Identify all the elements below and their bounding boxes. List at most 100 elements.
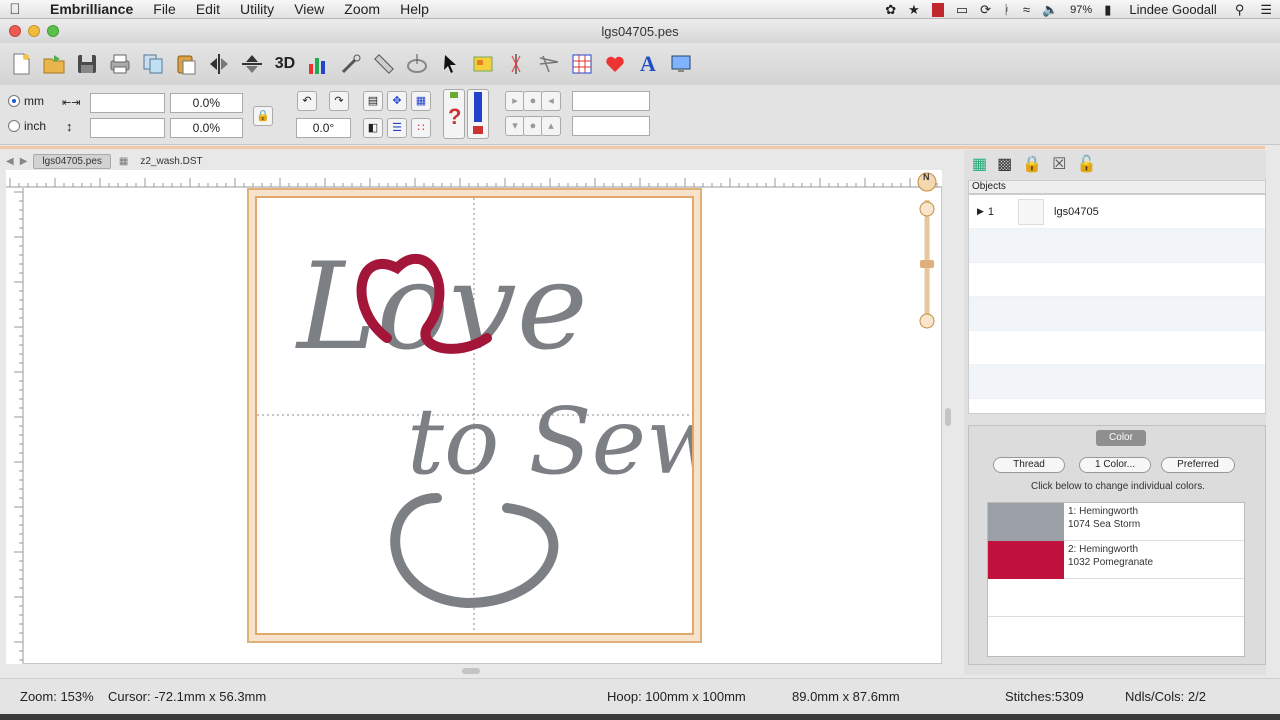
embroidery-design[interactable]: Love to Sew: [257, 198, 692, 633]
horizontal-scroll-thumb[interactable]: [462, 668, 480, 674]
close-window-button[interactable]: [9, 25, 21, 37]
select-all-icon[interactable]: ▦: [972, 154, 987, 174]
save-icon[interactable]: [72, 49, 102, 79]
thread-swatch[interactable]: [988, 503, 1064, 541]
needle-icon[interactable]: [501, 49, 531, 79]
height-input[interactable]: [90, 118, 165, 138]
lock-object-icon[interactable]: 🔒: [1022, 154, 1042, 174]
nudge-left-button[interactable]: ▸: [505, 91, 525, 111]
nudge-down-button[interactable]: ▾: [505, 116, 525, 136]
user-name[interactable]: Lindee Goodall: [1129, 2, 1216, 17]
unit-inch-option[interactable]: inch: [8, 119, 46, 133]
notification-center-icon[interactable]: ☰: [1260, 2, 1272, 18]
vertical-scroll-thumb[interactable]: [945, 408, 951, 426]
expand-arrow-icon[interactable]: ▶: [977, 206, 984, 217]
zoom-window-button[interactable]: [47, 25, 59, 37]
apple-icon[interactable]: : [0, 1, 30, 18]
width-input[interactable]: [90, 93, 165, 113]
color-sort-button[interactable]: ?: [443, 89, 465, 139]
spotlight-search-icon[interactable]: ⚲: [1235, 2, 1245, 18]
distribute-button[interactable]: ▦: [411, 91, 431, 111]
inch-label: inch: [24, 119, 47, 133]
align-top-icon: ▤: [367, 95, 379, 107]
tab-scroll-right-icon[interactable]: ▶: [20, 156, 28, 167]
thread-exclaim-button[interactable]: [467, 89, 489, 139]
hoop-icon[interactable]: [402, 49, 432, 79]
thread-button[interactable]: Thread: [993, 457, 1065, 473]
thread-row[interactable]: 2: Hemingworth 1032 Pomegranate: [988, 541, 1244, 579]
chart-icon[interactable]: [303, 49, 333, 79]
flip-vertical-icon[interactable]: [237, 49, 267, 79]
app-menu[interactable]: Embrilliance: [50, 1, 133, 17]
unlock-object-icon[interactable]: 🔓: [1077, 154, 1097, 174]
airplay-icon[interactable]: ▭: [956, 2, 968, 18]
flip-horizontal-icon[interactable]: [204, 49, 234, 79]
menu-edit[interactable]: Edit: [196, 1, 220, 17]
align-center-button[interactable]: ☰: [387, 118, 407, 138]
grid-icon[interactable]: [567, 49, 597, 79]
tab-scroll-left-icon[interactable]: ◀: [6, 156, 14, 167]
rotation-input[interactable]: 0.0°: [296, 118, 351, 138]
nudge-up-button[interactable]: ▴: [541, 116, 561, 136]
ruler-icon[interactable]: [369, 49, 399, 79]
align-top-button[interactable]: ▤: [363, 91, 383, 111]
position-y-input[interactable]: [572, 116, 650, 136]
color-hint: Click below to change individual colors.: [1031, 481, 1205, 492]
menu-view[interactable]: View: [294, 1, 324, 17]
3d-label: 3D: [274, 55, 296, 72]
mm-radio[interactable]: [8, 95, 20, 107]
preferred-button[interactable]: Preferred: [1161, 457, 1235, 473]
stitch-icon[interactable]: [534, 49, 564, 79]
tab-lgs04705[interactable]: lgs04705.pes: [33, 153, 111, 169]
menu-utility[interactable]: Utility: [240, 1, 274, 17]
color-tab[interactable]: Color: [1096, 430, 1146, 446]
wifi-icon[interactable]: ≈: [1023, 2, 1030, 17]
nudge-center-button[interactable]: ●: [523, 91, 543, 111]
thread-swatch[interactable]: [988, 541, 1064, 579]
lock-aspect-button[interactable]: 🔒: [253, 106, 273, 126]
list-item[interactable]: ▶ 1 lgs04705: [969, 195, 1265, 229]
3d-icon[interactable]: 3D: [270, 49, 300, 79]
copy-icon[interactable]: [138, 49, 168, 79]
align-left-button[interactable]: ◧: [363, 118, 383, 138]
bluetooth-icon[interactable]: ᛓ: [1003, 2, 1011, 17]
nudge-right-button[interactable]: ◂: [541, 91, 561, 111]
volume-icon[interactable]: 🔈: [1042, 2, 1058, 18]
print-icon[interactable]: [105, 49, 135, 79]
new-icon[interactable]: [6, 49, 36, 79]
delete-object-icon[interactable]: ☒: [1052, 154, 1066, 174]
monitor-icon[interactable]: [666, 49, 696, 79]
menu-file[interactable]: File: [153, 1, 176, 17]
puzzle-icon[interactable]: ★: [908, 2, 920, 18]
width-percent-input[interactable]: 0.0%: [170, 93, 243, 113]
position-x-input[interactable]: [572, 91, 650, 111]
mirror-button[interactable]: ∷: [411, 118, 431, 138]
card-icon[interactable]: [468, 49, 498, 79]
minimize-window-button[interactable]: [28, 25, 40, 37]
hearts-icon[interactable]: [600, 49, 630, 79]
select-arrow-icon[interactable]: [435, 49, 465, 79]
rotate-left-button[interactable]: ↶: [297, 91, 317, 111]
paste-icon[interactable]: [171, 49, 201, 79]
unit-mm-option[interactable]: mm: [8, 94, 44, 108]
tab-z2-wash[interactable]: z2_wash.DST: [136, 155, 206, 168]
rotate-right-button[interactable]: ↷: [329, 91, 349, 111]
tab-close-icon[interactable]: ▦: [119, 156, 128, 167]
thread-row[interactable]: 1: Hemingworth 1074 Sea Storm: [988, 503, 1244, 541]
one-color-button[interactable]: 1 Color...: [1079, 457, 1151, 473]
menu-help[interactable]: Help: [400, 1, 429, 17]
wand-icon[interactable]: [336, 49, 366, 79]
battery-icon[interactable]: ▮: [1104, 2, 1111, 18]
red-status-icon[interactable]: [931, 2, 944, 17]
paw-icon[interactable]: ✿: [885, 2, 896, 18]
group-icon[interactable]: ▩: [997, 154, 1012, 174]
center-button[interactable]: ✥: [387, 91, 407, 111]
menu-zoom[interactable]: Zoom: [344, 1, 380, 17]
inch-radio[interactable]: [8, 120, 20, 132]
time-machine-icon[interactable]: ⟳: [980, 2, 991, 18]
open-icon[interactable]: [39, 49, 69, 79]
zoom-slider[interactable]: N: [914, 170, 940, 330]
text-a-icon[interactable]: A: [633, 49, 663, 79]
height-percent-input[interactable]: 0.0%: [170, 118, 243, 138]
nudge-middle-button[interactable]: ●: [523, 116, 543, 136]
